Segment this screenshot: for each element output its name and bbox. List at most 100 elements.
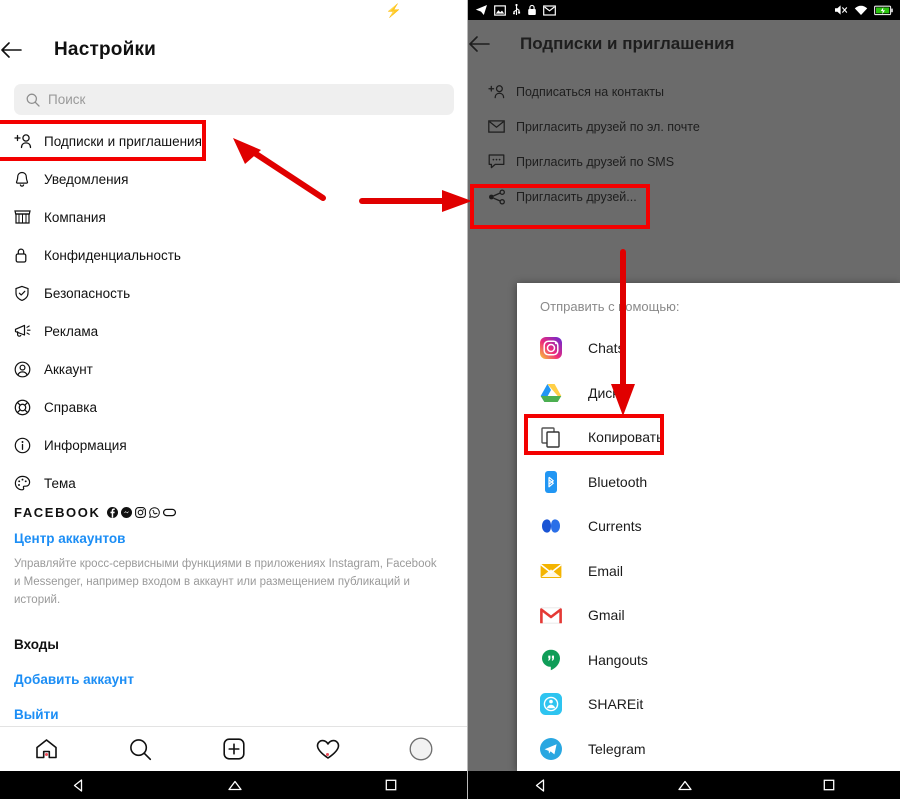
sidebar-item-help[interactable]: Справка	[0, 388, 468, 426]
sidebar-item-label: Уведомления	[44, 171, 129, 187]
battery-charging-icon	[874, 5, 893, 16]
tab-profile[interactable]	[374, 737, 468, 761]
back-arrow-icon[interactable]	[0, 42, 54, 58]
left-android-navbar	[0, 771, 468, 799]
highlight-box-copy	[524, 414, 664, 455]
right-phone-screen: Подписки и приглашения Подписаться на ко…	[468, 0, 900, 799]
activity-badge-dot	[326, 752, 330, 756]
shareit-icon	[540, 693, 562, 716]
list-item-invite-email[interactable]: Пригласить друзей по эл. почте	[468, 109, 900, 144]
accounts-center-link[interactable]: Центр аккаунтов	[14, 531, 464, 546]
sidebar-item-label: Информация	[44, 437, 127, 453]
tab-search[interactable]	[94, 738, 188, 761]
megaphone-icon	[14, 323, 44, 339]
sidebar-item-label: Аккаунт	[44, 361, 93, 377]
list-item-invite-sms[interactable]: Пригласить друзей по SMS	[468, 144, 900, 179]
add-account-link[interactable]: Добавить аккаунт	[14, 672, 464, 687]
recents-square-icon[interactable]	[384, 778, 398, 792]
tab-home[interactable]	[0, 738, 94, 760]
share-option-label: Bluetooth	[588, 473, 648, 490]
hangouts-icon	[540, 649, 562, 671]
right-android-navbar	[468, 771, 900, 799]
info-circle-icon	[14, 437, 44, 454]
share-option-label: Gmail	[588, 607, 625, 624]
recents-square-icon[interactable]	[822, 778, 836, 792]
share-option-gmail[interactable]: Gmail	[517, 593, 900, 638]
share-option-currents[interactable]: Currents	[517, 504, 900, 549]
home-pentagon-icon[interactable]	[227, 778, 243, 793]
gmail-icon	[540, 604, 562, 626]
whatsapp-icon	[149, 507, 161, 518]
highlight-box-subscriptions	[0, 120, 206, 161]
add-post-icon	[223, 738, 245, 760]
share-option-drive[interactable]: Диск	[517, 371, 900, 416]
left-header: Настройки	[0, 26, 468, 74]
tab-add-post[interactable]	[187, 738, 281, 760]
telegram-icon	[540, 737, 562, 760]
share-option-label: Currents	[588, 518, 642, 535]
share-option-email[interactable]: Email	[517, 549, 900, 594]
back-triangle-icon[interactable]	[533, 778, 548, 793]
sidebar-item-theme[interactable]: Тема	[0, 464, 468, 502]
right-status-bar	[468, 0, 900, 20]
sidebar-item-label: Справка	[44, 399, 97, 415]
sidebar-item-security[interactable]: Безопасность	[0, 274, 468, 312]
share-option-shareit[interactable]: SHAREit	[517, 682, 900, 727]
sidebar-item-label: Конфиденциальность	[44, 247, 181, 263]
share-option-bluetooth[interactable]: Bluetooth	[517, 460, 900, 505]
instagram-icon	[135, 507, 147, 518]
store-icon	[14, 209, 44, 225]
lifebuoy-icon	[14, 399, 44, 416]
list-item-label: Подписаться на контакты	[516, 84, 665, 99]
list-item-label: Пригласить друзей по SMS	[516, 154, 675, 169]
logins-heading: Входы	[14, 637, 59, 653]
account-circle-icon	[14, 361, 44, 378]
wifi-icon	[854, 5, 868, 16]
logout-link[interactable]: Выйти	[14, 707, 464, 722]
facebook-description: Управляйте кросс-сервисными функциями в …	[14, 558, 437, 606]
screenshot-icon	[494, 4, 506, 16]
home-pentagon-icon[interactable]	[677, 778, 693, 793]
messenger-icon	[121, 507, 133, 518]
sidebar-item-ads[interactable]: Реклама	[0, 312, 468, 350]
oculus-icon	[163, 508, 177, 517]
share-option-telegram[interactable]: Telegram	[517, 727, 900, 772]
sms-bubble-icon	[488, 154, 516, 169]
telegram-icon	[475, 4, 488, 16]
bell-icon	[14, 171, 44, 188]
mute-icon	[834, 4, 848, 16]
screenshot-root: ⚡ Настройки Поиск Подписки и приглашения	[0, 0, 900, 799]
tab-activity[interactable]	[281, 739, 375, 760]
search-icon	[26, 93, 48, 107]
sidebar-item-label: Реклама	[44, 323, 99, 339]
heart-icon	[316, 739, 339, 759]
left-status-bar: ⚡	[0, 0, 468, 26]
bolt-green-icon: ⚡	[385, 3, 402, 18]
facebook-wordmark: FACEBOOK	[14, 505, 101, 520]
share-option-hangouts[interactable]: Hangouts	[517, 638, 900, 683]
facebook-brand-icons	[107, 507, 177, 518]
share-option-label: SHAREit	[588, 696, 644, 713]
bluetooth-icon	[540, 470, 562, 493]
lock-icon	[14, 247, 44, 264]
arrow-to-subscriptions	[233, 138, 326, 201]
search-icon	[129, 738, 151, 760]
gmail-icon	[543, 4, 556, 16]
highlight-box-invite-friends	[470, 184, 650, 229]
back-arrow-icon[interactable]	[468, 36, 520, 52]
add-person-icon	[488, 84, 516, 99]
usb-icon	[512, 4, 521, 16]
sidebar-item-about[interactable]: Информация	[0, 426, 468, 464]
page-title: Подписки и приглашения	[520, 34, 735, 53]
share-option-chats[interactable]: Chats	[517, 326, 900, 371]
palette-icon	[14, 475, 44, 492]
list-item-label: Пригласить друзей по эл. почте	[516, 119, 700, 134]
sidebar-item-account[interactable]: Аккаунт	[0, 350, 468, 388]
search-placeholder: Поиск	[48, 92, 86, 107]
search-input[interactable]: Поиск	[14, 84, 454, 115]
list-item-follow-contacts[interactable]: Подписаться на контакты	[468, 74, 900, 109]
back-triangle-icon[interactable]	[71, 778, 86, 793]
sidebar-item-privacy[interactable]: Конфиденциальность	[0, 236, 468, 274]
share-option-label: Telegram	[588, 740, 646, 757]
instagram-icon	[540, 337, 562, 360]
